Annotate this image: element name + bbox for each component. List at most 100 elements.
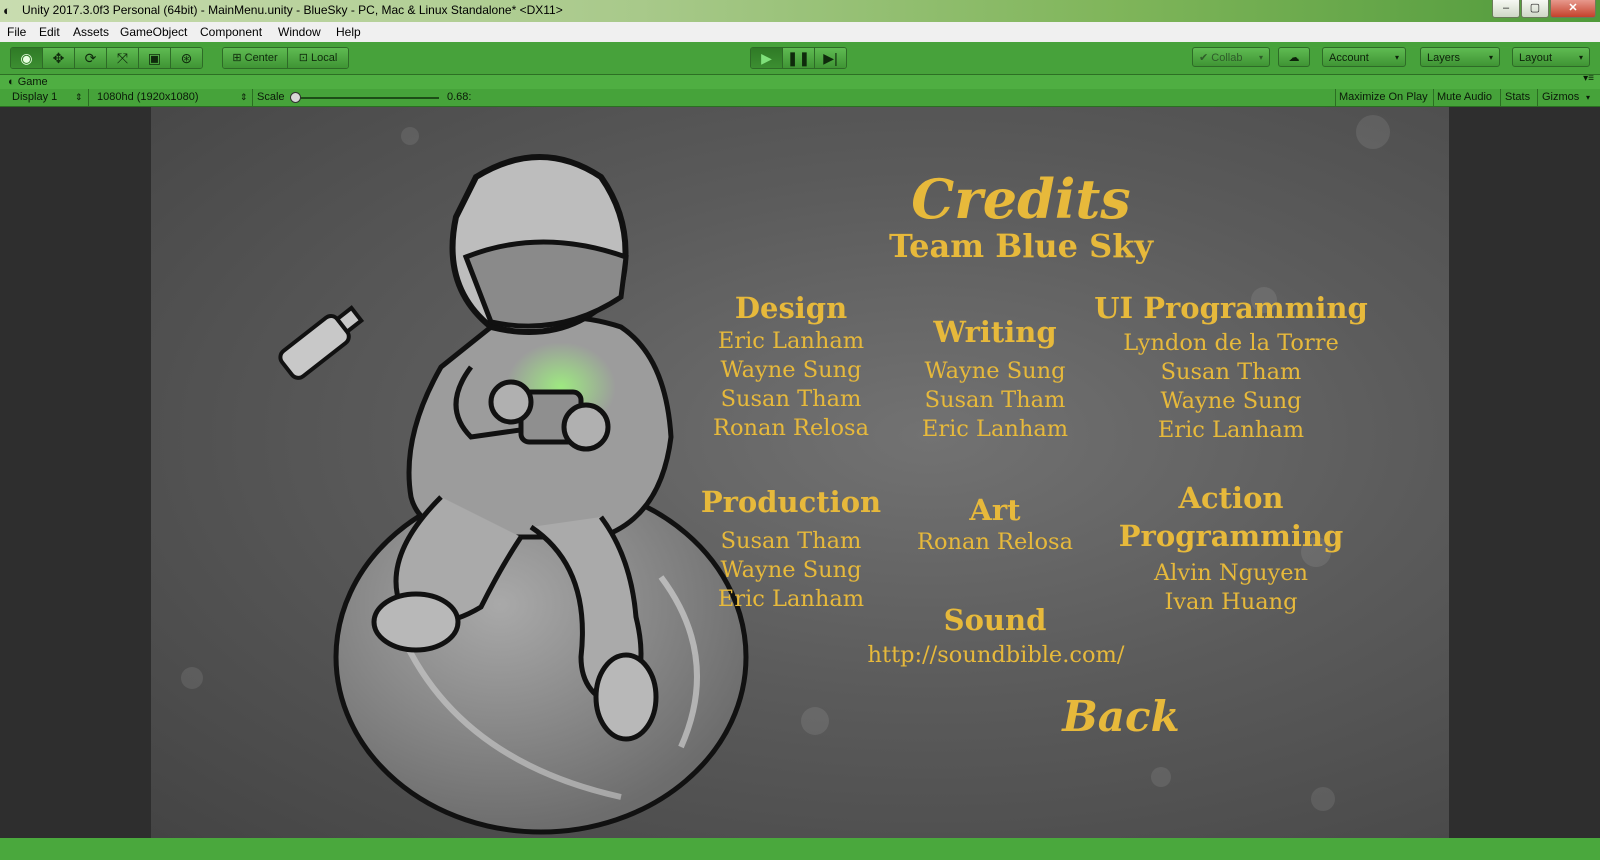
- minimize-button[interactable]: –: [1492, 0, 1520, 18]
- scale-tool-button[interactable]: ⤧: [107, 48, 139, 68]
- tab-game[interactable]: ◐ Game: [8, 75, 48, 89]
- pivot-label: Center: [244, 52, 278, 64]
- pivot-center-button[interactable]: ⊞ Center: [223, 48, 288, 68]
- game-view-controls: Display 1 ⇕ 1080hd (1920x1080) ⇕ Scale 0…: [0, 89, 1600, 107]
- credit-name: Lyndon de la Torre: [1123, 330, 1339, 356]
- display-dropdown[interactable]: Display 1: [12, 90, 57, 105]
- bokeh-particle: [1151, 767, 1171, 787]
- divider: [1433, 89, 1434, 106]
- menu-component[interactable]: Component: [200, 25, 262, 39]
- section-title-sound: Sound: [943, 603, 1047, 637]
- main-toolbar: ◉ ✥ ⟳ ⤧ ▣ ⊛ ⊞ Center ⊡ Local ▶ ❚❚ ▶| ✔ C…: [0, 42, 1600, 75]
- menu-window[interactable]: Window: [278, 25, 321, 39]
- sound-source-link[interactable]: http://soundbible.com/: [841, 641, 1151, 670]
- move-tool-button[interactable]: ✥: [43, 48, 75, 68]
- menu-help[interactable]: Help: [336, 25, 361, 39]
- scale-label: Scale: [257, 91, 285, 103]
- divider: [252, 89, 253, 106]
- play-icon: ▶: [761, 50, 772, 66]
- spinner-icon: ⇕: [240, 92, 248, 102]
- caret-icon: ▾: [1258, 53, 1263, 62]
- transform-tools: ◉ ✥ ⟳ ⤧ ▣ ⊛: [10, 47, 203, 69]
- maximize-button[interactable]: ▢: [1521, 0, 1549, 18]
- credit-name: Wayne Sung: [720, 557, 862, 583]
- layout-label: Layout: [1519, 52, 1553, 64]
- pause-icon: ❚❚: [786, 50, 811, 66]
- collab-dropdown[interactable]: ✔ Collab ▾: [1192, 47, 1270, 67]
- credits-title: Credits: [911, 167, 1131, 231]
- stats-toggle[interactable]: Stats: [1505, 90, 1530, 105]
- space-label: Local: [310, 52, 338, 64]
- credit-name: Susan Tham: [720, 528, 862, 554]
- divider: [1537, 89, 1538, 106]
- divider: [1500, 89, 1501, 106]
- credit-name: Ronan Relosa: [713, 415, 869, 441]
- tab-game-label: Game: [17, 76, 48, 88]
- credit-name: Eric Lanham: [717, 586, 865, 612]
- section-title-design: Design: [734, 291, 848, 325]
- rect-tool-button[interactable]: ▣: [139, 48, 171, 68]
- spinner-icon: ⇕: [75, 92, 83, 102]
- gizmos-dropdown[interactable]: Gizmos: [1542, 90, 1579, 105]
- pivot-local-button[interactable]: ⊡ Local: [288, 48, 348, 68]
- caret-icon: ▾: [1488, 53, 1493, 62]
- transform-tool-button[interactable]: ⊛: [171, 48, 202, 68]
- resolution-dropdown[interactable]: 1080hd (1920x1080): [97, 90, 199, 105]
- caret-icon: ▾: [1578, 53, 1583, 62]
- credit-name: Eric Lanham: [1157, 417, 1305, 443]
- game-icon: ◐: [8, 76, 18, 88]
- layers-label: Layers: [1427, 52, 1461, 64]
- window-controls: – ▢ ✕: [1491, 0, 1596, 20]
- credit-name: Wayne Sung: [924, 358, 1066, 384]
- menu-file[interactable]: File: [7, 25, 26, 39]
- pivot-icon: ⊞: [232, 52, 245, 64]
- hand-icon: ◉: [20, 50, 33, 66]
- rotate-tool-button[interactable]: ⟳: [75, 48, 107, 68]
- credit-name: Susan Tham: [924, 387, 1066, 413]
- scale-slider-track[interactable]: [294, 97, 439, 99]
- section-title-art: Art: [969, 493, 1021, 527]
- production-names: Susan Tham Wayne Sung Eric Lanham: [691, 527, 891, 614]
- play-button[interactable]: ▶: [751, 48, 783, 68]
- account-dropdown[interactable]: Account ▾: [1322, 47, 1406, 67]
- divider: [1335, 89, 1336, 106]
- design-names: Eric Lanham Wayne Sung Susan Tham Ronan …: [691, 327, 891, 443]
- move-icon: ✥: [52, 50, 65, 66]
- caret-icon: ▾: [1586, 93, 1591, 102]
- divider: [88, 89, 89, 106]
- pause-button[interactable]: ❚❚: [783, 48, 815, 68]
- menu-bar: File Edit Assets GameObject Component Wi…: [0, 22, 1600, 43]
- menu-assets[interactable]: Assets: [73, 25, 109, 39]
- credit-name: Ronan Relosa: [917, 529, 1073, 555]
- bokeh-particle: [801, 707, 829, 735]
- mute-audio-toggle[interactable]: Mute Audio: [1437, 90, 1492, 105]
- scale-slider-handle[interactable]: [290, 92, 301, 103]
- scale-icon: ⤧: [116, 50, 129, 66]
- layout-dropdown[interactable]: Layout ▾: [1512, 47, 1590, 67]
- back-button[interactable]: Back: [1021, 692, 1221, 741]
- menu-gameobject[interactable]: GameObject: [120, 25, 187, 39]
- credit-name: Susan Tham: [1160, 359, 1302, 385]
- layers-dropdown[interactable]: Layers ▾: [1420, 47, 1500, 67]
- close-button[interactable]: ✕: [1550, 0, 1596, 18]
- maximize-on-play-toggle[interactable]: Maximize On Play: [1339, 90, 1428, 105]
- menu-edit[interactable]: Edit: [39, 25, 60, 39]
- credit-name: Ivan Huang: [1164, 589, 1298, 615]
- transform-icon: ⊛: [180, 50, 193, 66]
- bokeh-particle: [1356, 115, 1390, 149]
- rect-tool-icon: ▣: [147, 50, 162, 66]
- art-names: Ronan Relosa: [895, 528, 1095, 557]
- caret-icon: ▾: [1394, 53, 1399, 62]
- step-button[interactable]: ▶|: [815, 48, 846, 68]
- game-screen: Credits Team Blue Sky Design Eric Lanham…: [151, 107, 1449, 838]
- status-bar: [0, 838, 1600, 860]
- rotate-icon: ⟳: [84, 50, 97, 66]
- panel-menu-icon[interactable]: ▾≡: [1583, 73, 1594, 84]
- section-title-ui-programming: UI Programming: [1094, 291, 1368, 325]
- cloud-button[interactable]: ☁: [1278, 47, 1310, 67]
- cloud-icon: ☁: [1288, 52, 1300, 64]
- hand-tool-button[interactable]: ◉: [11, 48, 43, 68]
- scale-value: 0.68:: [447, 91, 472, 103]
- bokeh-particle: [1311, 787, 1335, 811]
- team-name: Team Blue Sky: [888, 227, 1154, 265]
